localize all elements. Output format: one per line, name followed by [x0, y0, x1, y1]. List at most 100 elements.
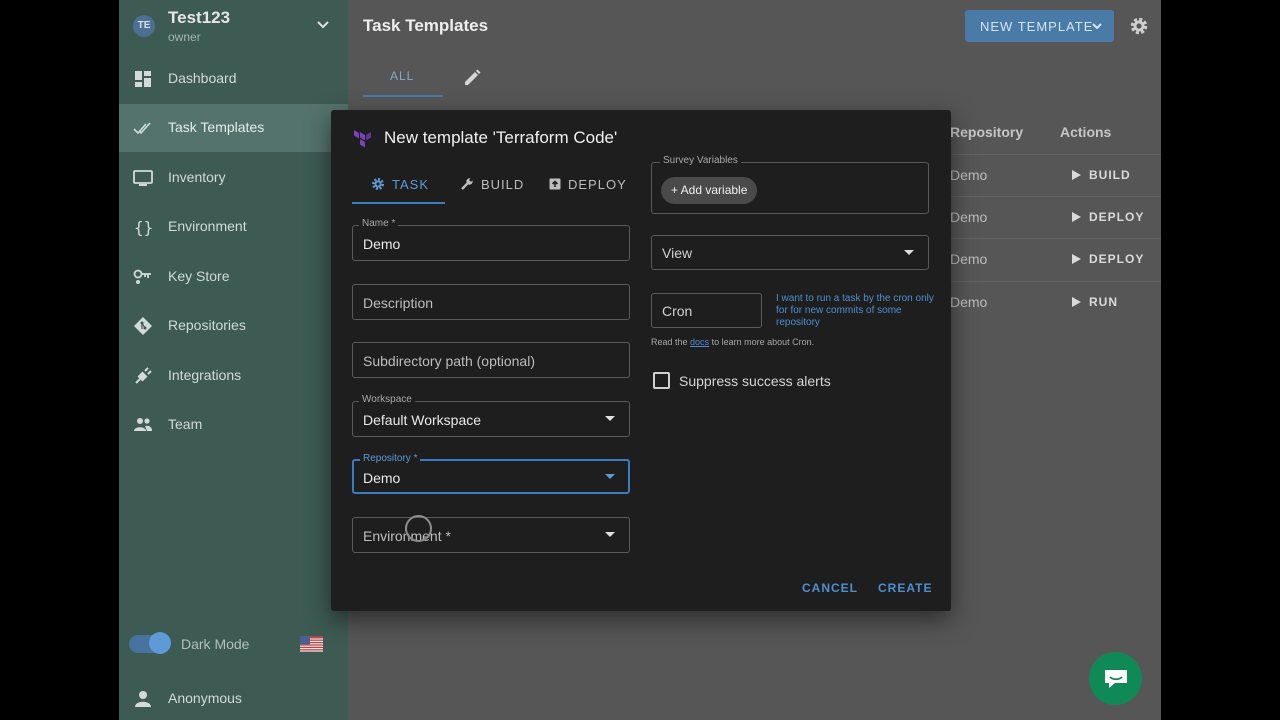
- people-icon: [134, 418, 152, 431]
- sidebar: TE Test123 owner Dashboard Task Template…: [119, 0, 348, 720]
- tab-build[interactable]: BUILD: [445, 164, 538, 204]
- row-action-label: DEPLOY: [1089, 252, 1145, 266]
- name-field-value: Demo: [363, 236, 401, 252]
- play-icon: [1072, 254, 1081, 264]
- dropdown-arrow-icon: [605, 474, 615, 479]
- braces-icon: {}: [134, 218, 153, 237]
- view-select[interactable]: View: [651, 235, 929, 270]
- person-icon: [135, 691, 151, 707]
- app-window: TE Test123 owner Dashboard Task Template…: [119, 0, 1161, 720]
- key-icon: [133, 269, 151, 284]
- user-menu[interactable]: Anonymous: [119, 680, 348, 718]
- gear-icon: [372, 178, 384, 190]
- us-flag-icon[interactable]: [300, 636, 323, 652]
- repository-label: Repository *: [360, 453, 421, 464]
- deploy-icon: [549, 178, 561, 190]
- cron-placeholder: Cron: [662, 303, 693, 319]
- sidebar-item-label: Integrations: [168, 367, 242, 383]
- sidebar-item-task-templates[interactable]: Task Templates: [119, 104, 348, 152]
- table-row: Demo DEPLOY: [950, 196, 1161, 238]
- project-avatar: TE: [133, 15, 155, 37]
- row-action-label: RUN: [1089, 295, 1118, 309]
- subdirectory-placeholder: Subdirectory path (optional): [363, 353, 535, 369]
- workspace-value: Default Workspace: [363, 412, 482, 428]
- sidebar-item-label: Environment: [168, 218, 247, 234]
- sidebar-item-label: Key Store: [168, 268, 230, 284]
- add-variable-button[interactable]: + Add variable: [661, 177, 758, 204]
- cron-docs-link[interactable]: docs: [690, 337, 709, 347]
- survey-variables-label: Survey Variables: [660, 155, 741, 166]
- environment-select[interactable]: Environment *: [352, 517, 630, 553]
- project-switcher[interactable]: TE Test123 owner: [119, 0, 348, 54]
- new-template-button[interactable]: NEW TEMPLATE: [965, 10, 1114, 42]
- repository-select[interactable]: Repository * Demo: [352, 453, 630, 494]
- suppress-alerts-checkbox[interactable]: [653, 372, 670, 389]
- git-icon: [134, 317, 152, 335]
- dark-mode-label: Dark Mode: [181, 636, 250, 652]
- cron-field[interactable]: Cron: [651, 293, 762, 328]
- subdirectory-field[interactable]: Subdirectory path (optional): [352, 342, 630, 378]
- dashboard-icon: [135, 71, 151, 87]
- table-row: Demo RUN: [950, 281, 1161, 323]
- sidebar-item-label: Task Templates: [168, 119, 265, 135]
- row-action-label: BUILD: [1089, 168, 1131, 182]
- tab-task[interactable]: TASK: [352, 164, 445, 204]
- dark-mode-row: Dark Mode: [119, 624, 348, 664]
- dark-mode-toggle-knob[interactable]: [149, 632, 171, 654]
- play-icon: [1072, 212, 1081, 222]
- sidebar-item-environment[interactable]: {} Environment: [119, 203, 348, 251]
- cron-docs-prefix: Read the: [651, 337, 688, 347]
- cron-hint-link[interactable]: I want to run a task by the cron only fo…: [776, 293, 936, 329]
- double-check-icon: [133, 122, 151, 135]
- suppress-alerts-label[interactable]: Suppress success alerts: [679, 373, 831, 389]
- svg-text:{}: {}: [134, 218, 153, 237]
- pencil-icon[interactable]: [462, 68, 482, 88]
- gear-icon[interactable]: [1128, 15, 1150, 37]
- column-header-actions: Actions: [1060, 124, 1112, 140]
- sidebar-item-label: Team: [168, 416, 203, 432]
- play-icon: [1072, 170, 1081, 180]
- sidebar-item-repositories[interactable]: Repositories: [119, 302, 348, 350]
- row-action-label: DEPLOY: [1089, 210, 1145, 224]
- cron-docs-text: Read the docs to learn more about Cron.: [651, 337, 814, 347]
- description-placeholder: Description: [363, 295, 434, 311]
- name-field[interactable]: Name * Demo: [352, 218, 630, 261]
- terraform-icon: [354, 130, 371, 148]
- chat-icon: [1105, 670, 1127, 688]
- new-template-label: NEW TEMPLATE: [980, 19, 1094, 34]
- description-field[interactable]: Description: [352, 284, 630, 320]
- workspace-select[interactable]: Workspace Default Workspace: [352, 394, 630, 437]
- workspace-label: Workspace: [359, 394, 415, 405]
- sidebar-item-inventory[interactable]: Inventory: [119, 154, 348, 202]
- create-button[interactable]: CREATE: [878, 581, 932, 595]
- sidebar-item-team[interactable]: Team: [119, 401, 348, 449]
- dropdown-arrow-icon: [605, 532, 615, 537]
- sidebar-item-dashboard[interactable]: Dashboard: [119, 55, 348, 103]
- repository-cell: Demo: [950, 209, 988, 225]
- wrench-icon: [461, 178, 473, 190]
- tab-all[interactable]: ALL: [363, 56, 443, 97]
- tab-build-label: BUILD: [481, 177, 525, 192]
- monitor-icon: [133, 170, 153, 186]
- repository-value: Demo: [363, 470, 401, 486]
- sidebar-item-label: Dashboard: [168, 70, 237, 86]
- repository-cell: Demo: [950, 167, 988, 183]
- sidebar-item-key-store[interactable]: Key Store: [119, 253, 348, 301]
- cursor-indicator: [405, 515, 432, 542]
- tab-deploy[interactable]: DEPLOY: [538, 164, 630, 204]
- chevron-down-icon: [1092, 23, 1102, 30]
- tab-task-label: TASK: [392, 177, 429, 192]
- table-row: Demo DEPLOY: [950, 238, 1161, 280]
- sidebar-item-integrations[interactable]: Integrations: [119, 352, 348, 400]
- tab-all-label: ALL: [390, 69, 415, 83]
- cancel-button[interactable]: CANCEL: [802, 581, 858, 595]
- column-header-repository[interactable]: Repository: [950, 124, 1023, 140]
- cron-docs-suffix: to learn more about Cron.: [711, 337, 815, 347]
- view-placeholder: View: [662, 245, 693, 261]
- chevron-down-icon: [317, 21, 329, 29]
- tab-deploy-label: DEPLOY: [568, 177, 627, 192]
- page-title: Task Templates: [363, 16, 489, 35]
- project-role: owner: [168, 30, 201, 44]
- plug-icon: [135, 367, 152, 384]
- chat-button[interactable]: [1089, 652, 1142, 705]
